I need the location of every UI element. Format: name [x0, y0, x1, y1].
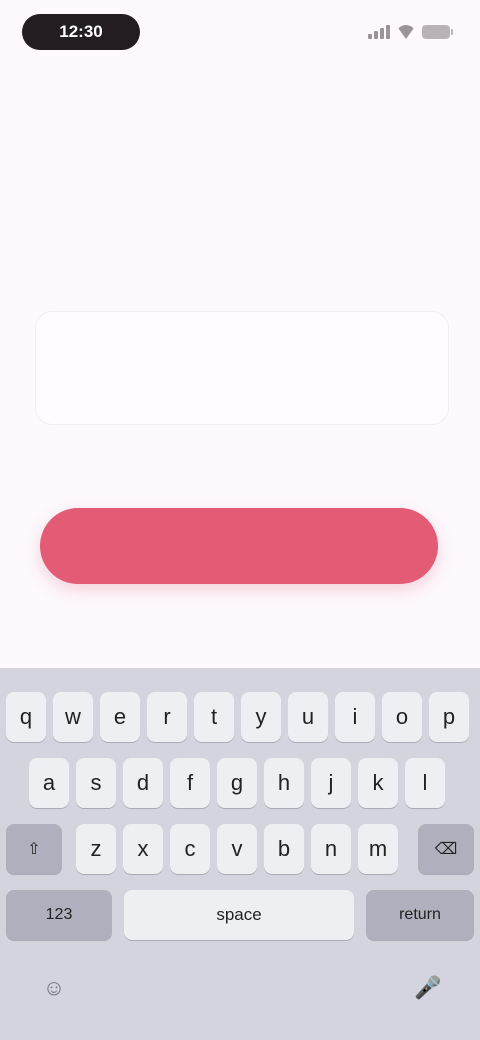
signal-icon — [368, 25, 390, 39]
battery-icon — [422, 25, 453, 39]
key-r[interactable]: r — [147, 692, 187, 742]
key-k[interactable]: k — [358, 758, 398, 808]
key-j[interactable]: j — [311, 758, 351, 808]
on-screen-keyboard: q w e r t y u i o p a s d f g h j k l ⇧ … — [0, 668, 480, 1040]
key-x[interactable]: x — [123, 824, 163, 874]
key-t[interactable]: t — [194, 692, 234, 742]
key-l[interactable]: l — [405, 758, 445, 808]
key-c[interactable]: c — [170, 824, 210, 874]
wifi-icon — [396, 25, 416, 39]
backspace-icon[interactable]: ⌫ — [418, 824, 474, 874]
return-key[interactable]: return — [366, 890, 474, 940]
key-g[interactable]: g — [217, 758, 257, 808]
numbers-key[interactable]: 123 — [6, 890, 112, 940]
status-icons — [368, 22, 453, 42]
key-n[interactable]: n — [311, 824, 351, 874]
keyboard-row-2: a s d f g h j k l — [0, 758, 480, 808]
input-card — [36, 312, 448, 424]
key-h[interactable]: h — [264, 758, 304, 808]
primary-action-button[interactable] — [40, 508, 438, 584]
key-f[interactable]: f — [170, 758, 210, 808]
shift-icon[interactable]: ⇧ — [6, 824, 62, 874]
key-y[interactable]: y — [241, 692, 281, 742]
key-w[interactable]: w — [53, 692, 93, 742]
key-s[interactable]: s — [76, 758, 116, 808]
key-m[interactable]: m — [358, 824, 398, 874]
keyboard-row-1: q w e r t y u i o p — [0, 692, 480, 742]
text-input[interactable] — [58, 342, 418, 392]
keyboard-row-4: 123 space return — [0, 890, 480, 940]
microphone-icon[interactable]: 🎤 — [414, 974, 442, 1002]
key-i[interactable]: i — [335, 692, 375, 742]
status-time: 12:30 — [22, 14, 140, 50]
key-e[interactable]: e — [100, 692, 140, 742]
emoji-icon[interactable]: ☺ — [40, 974, 68, 1002]
key-o[interactable]: o — [382, 692, 422, 742]
key-p[interactable]: p — [429, 692, 469, 742]
key-b[interactable]: b — [264, 824, 304, 874]
space-key[interactable]: space — [124, 890, 354, 940]
key-v[interactable]: v — [217, 824, 257, 874]
keyboard-row-3: ⇧ z x c v b n m ⌫ — [0, 824, 480, 874]
key-q[interactable]: q — [6, 692, 46, 742]
key-a[interactable]: a — [29, 758, 69, 808]
key-u[interactable]: u — [288, 692, 328, 742]
status-bar: 12:30 — [0, 0, 480, 64]
time-label: 12:30 — [59, 22, 103, 41]
key-d[interactable]: d — [123, 758, 163, 808]
key-z[interactable]: z — [76, 824, 116, 874]
